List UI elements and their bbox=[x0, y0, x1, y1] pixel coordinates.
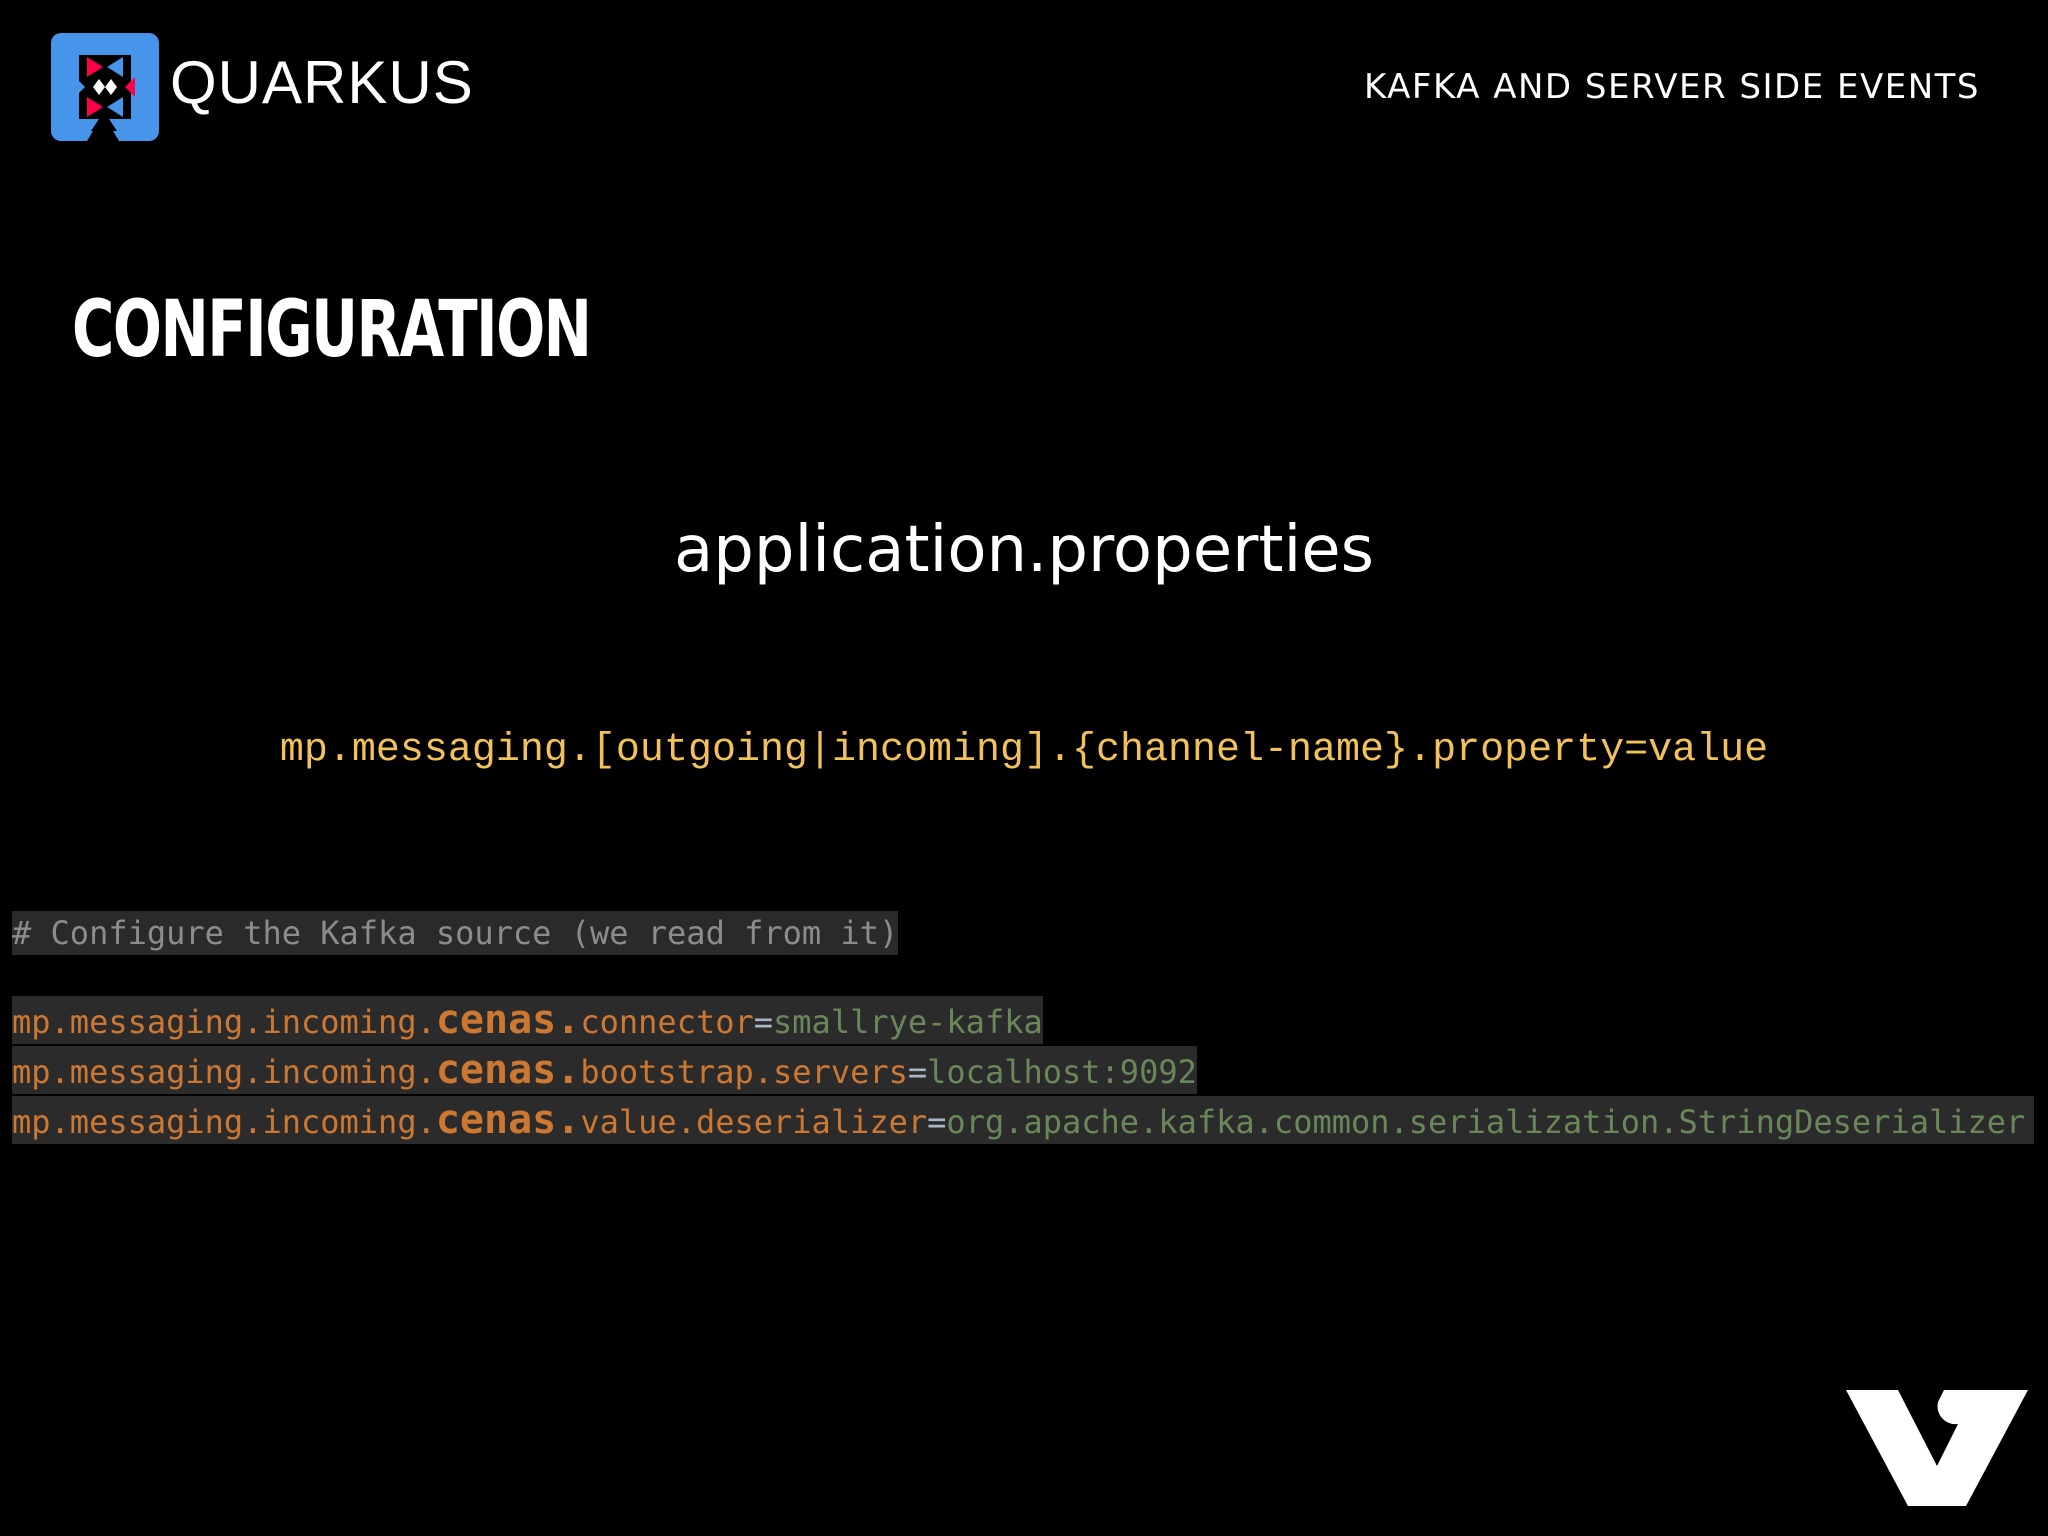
property-value: org.apache.kafka.common.serialization.St… bbox=[946, 1103, 2026, 1141]
file-name: application.properties bbox=[674, 513, 1374, 587]
property-pattern: mp.messaging.[outgoing|incoming].{channe… bbox=[279, 728, 1769, 773]
code-dot: . bbox=[556, 1047, 581, 1093]
equals-sign: = bbox=[753, 1003, 774, 1041]
code-line: mp.messaging.incoming.cenas.value.deseri… bbox=[12, 1096, 2034, 1144]
code-prefix: mp.messaging.incoming. bbox=[12, 1053, 436, 1091]
code-prefix: mp.messaging.incoming. bbox=[12, 1103, 436, 1141]
property-key: connector bbox=[580, 1003, 754, 1041]
code-dot: . bbox=[556, 997, 581, 1043]
channel-name: cenas bbox=[435, 1097, 557, 1143]
quarkus-logo-icon bbox=[51, 33, 159, 141]
property-key: value.deserializer bbox=[580, 1103, 928, 1141]
code-dot: . bbox=[556, 1097, 581, 1143]
slide-title: CONFIGURATION bbox=[72, 285, 592, 375]
property-value: localhost:9092 bbox=[927, 1053, 1197, 1091]
code-prefix: mp.messaging.incoming. bbox=[12, 1003, 436, 1041]
code-line: mp.messaging.incoming.cenas.bootstrap.se… bbox=[12, 1046, 1197, 1094]
logo-text: QUARKUS bbox=[170, 49, 474, 116]
code-line: mp.messaging.incoming.cenas.connector=sm… bbox=[12, 996, 1043, 1044]
property-key: bootstrap.servers bbox=[580, 1053, 908, 1091]
v-brand-icon bbox=[1846, 1390, 2028, 1506]
equals-sign: = bbox=[927, 1103, 947, 1141]
channel-name: cenas bbox=[435, 1047, 557, 1093]
property-value: smallrye-kafka bbox=[773, 1003, 1043, 1041]
code-comment: # Configure the Kafka source (we read fr… bbox=[12, 911, 899, 955]
channel-name: cenas bbox=[435, 997, 557, 1043]
equals-sign: = bbox=[907, 1053, 928, 1091]
header-title: KAFKA AND SERVER SIDE EVENTS bbox=[1363, 67, 1980, 107]
